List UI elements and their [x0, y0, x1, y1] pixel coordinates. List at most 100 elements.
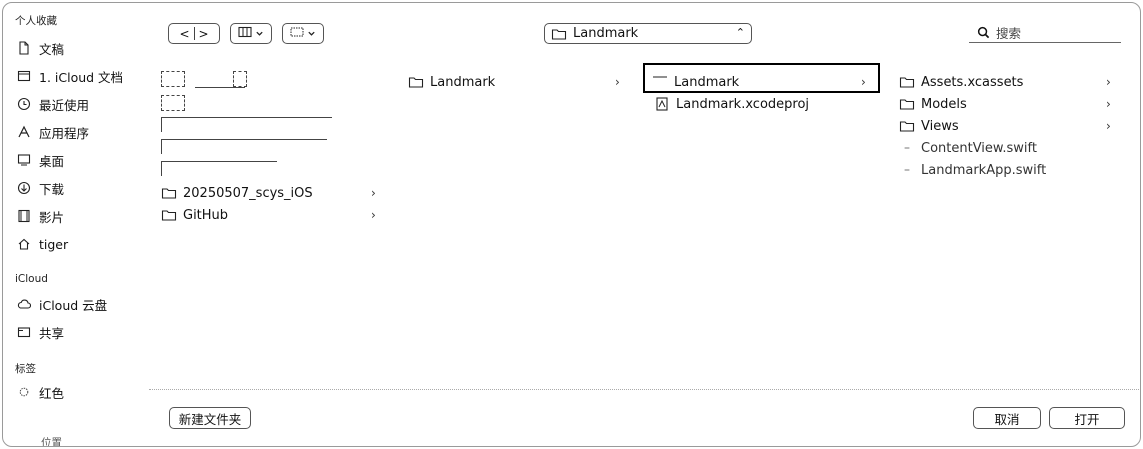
list-item[interactable]: Views [899, 116, 959, 136]
chevron-right-icon: › [1106, 119, 1111, 133]
swift-file-icon [903, 144, 917, 152]
sidebar-item-applications[interactable]: 应用程序 [15, 122, 89, 142]
chevron-right-icon: › [371, 208, 376, 222]
sidebar-item-label: tiger [39, 236, 69, 252]
sidebar-item-shared[interactable]: 共享 [15, 322, 64, 342]
redacted-item [161, 139, 327, 154]
list-item[interactable]: GitHub [161, 205, 228, 225]
clock-icon [15, 96, 33, 112]
chevron-right-icon: › [861, 75, 866, 89]
item-label: ContentView.swift [921, 140, 1037, 156]
sidebar-item-documents[interactable]: 文稿 [15, 38, 64, 58]
folder-icon [161, 208, 179, 222]
group-by-button[interactable] [282, 23, 324, 44]
redacted-item [161, 95, 185, 111]
sidebar-item-icloud-drive[interactable]: iCloud 云盘 [15, 294, 107, 314]
folder-icon [899, 75, 917, 89]
item-label: GitHub [183, 207, 229, 223]
folder-icon [652, 75, 670, 89]
list-item[interactable]: Landmark [408, 72, 495, 92]
item-label: Views [921, 118, 959, 134]
list-item-selected[interactable]: Landmark [652, 72, 739, 92]
folder-icon [899, 97, 917, 111]
folder-icon [408, 75, 426, 89]
document-icon [15, 40, 33, 56]
sidebar-item-label: iCloud 云盘 [39, 297, 108, 313]
sidebar-item-icloud-docs[interactable]: 1. iCloud 文档 [15, 66, 123, 86]
sidebar-item-label: 红色 [39, 385, 65, 401]
search-field[interactable]: 搜索 [969, 23, 1121, 43]
sidebar-item-tag-red[interactable]: 红色 [15, 382, 64, 402]
sidebar-item-label: 应用程序 [39, 125, 90, 141]
segment-divider [193, 27, 195, 40]
sidebar-item-downloads[interactable]: 下载 [15, 178, 64, 198]
home-icon [15, 236, 33, 252]
sidebar-item-recents[interactable]: 最近使用 [15, 94, 89, 114]
swift-file-icon [903, 166, 917, 174]
sidebar-item-label: 1. iCloud 文档 [39, 69, 124, 85]
chevron-right-icon: › [1106, 97, 1111, 111]
sidebar-item-movies[interactable]: 影片 [15, 206, 64, 226]
item-label: LandmarkApp.swift [921, 162, 1047, 178]
folder-icon [15, 68, 33, 84]
folder-icon [551, 27, 567, 41]
folder-icon [161, 186, 179, 200]
file-open-dialog: 个人收藏 文稿 1. iCloud 文档 最近使用 应用程序 桌面 下载 影片 [2, 2, 1141, 447]
redacted-item [161, 117, 332, 132]
apps-icon [15, 124, 33, 140]
location-label: Landmark [573, 26, 639, 41]
sidebar-item-home[interactable]: tiger [15, 234, 68, 254]
redacted-item [195, 87, 245, 102]
sidebar-section-partial: 位置 [41, 437, 62, 447]
chevron-right-icon: › [371, 186, 376, 200]
item-label: 20250507_scys_iOS [183, 185, 313, 201]
sidebar-item-label: 影片 [39, 209, 65, 225]
forward-button[interactable]: > [199, 27, 209, 41]
chevron-right-icon: › [1106, 75, 1111, 89]
sidebar-item-label: 下载 [39, 181, 65, 197]
list-item[interactable]: Models [899, 94, 967, 114]
updown-chevron-icon: ⌃ [735, 26, 745, 39]
list-item[interactable]: Landmark.xcodeproj [654, 94, 809, 114]
new-folder-button[interactable]: 新建文件夹 [169, 407, 251, 429]
list-item[interactable]: 20250507_scys_iOS [161, 183, 313, 203]
item-label: Landmark [674, 74, 740, 90]
grid-icon [290, 25, 304, 42]
desktop-icon [15, 152, 33, 168]
shared-folder-icon [15, 324, 33, 340]
list-item[interactable]: ContentView.swift [903, 138, 1037, 158]
footer-divider [149, 389, 1139, 390]
sidebar-item-label: 桌面 [39, 153, 65, 169]
cancel-button[interactable]: 取消 [973, 407, 1041, 429]
film-icon [15, 208, 33, 224]
list-item[interactable]: LandmarkApp.swift [903, 160, 1046, 180]
item-label: Landmark [430, 74, 496, 90]
search-icon [977, 26, 990, 39]
back-forward-control: < > [168, 23, 220, 44]
xcodeproj-file-icon [654, 97, 672, 111]
sidebar: 个人收藏 文稿 1. iCloud 文档 最近使用 应用程序 桌面 下载 影片 [3, 3, 149, 446]
chevron-down-icon [307, 27, 316, 41]
item-label: Models [921, 96, 967, 112]
back-button[interactable]: < [179, 27, 189, 41]
list-item[interactable]: Assets.xcassets [899, 72, 1023, 92]
sidebar-section-favorites: 个人收藏 [15, 15, 57, 27]
chevron-down-icon [255, 27, 264, 41]
redacted-item [233, 71, 247, 87]
folder-icon [899, 119, 917, 133]
redacted-item [161, 161, 277, 176]
sidebar-item-desktop[interactable]: 桌面 [15, 150, 64, 170]
item-label: Assets.xcassets [921, 74, 1024, 90]
sidebar-item-label: 最近使用 [39, 97, 90, 113]
view-mode-button[interactable] [230, 23, 272, 44]
search-placeholder: 搜索 [996, 26, 1022, 41]
sidebar-item-label: 共享 [39, 325, 65, 341]
sidebar-section-icloud: iCloud [15, 273, 48, 285]
location-popup[interactable]: Landmark ⌃ [544, 23, 752, 44]
sidebar-item-label: 文稿 [39, 41, 65, 57]
tag-dot-icon [15, 384, 33, 400]
item-label: Landmark.xcodeproj [676, 96, 810, 112]
open-button[interactable]: 打开 [1049, 407, 1125, 429]
chevron-right-icon: › [615, 75, 620, 89]
sidebar-section-tags: 标签 [15, 363, 36, 375]
